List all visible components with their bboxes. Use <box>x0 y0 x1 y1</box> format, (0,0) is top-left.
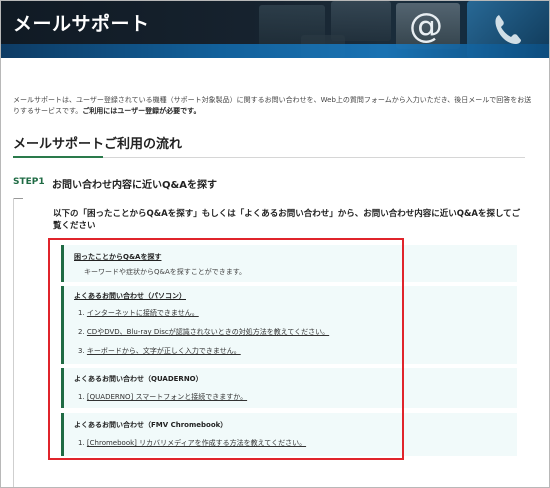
section-accent-bar <box>13 156 103 158</box>
highlight-frame <box>48 238 404 460</box>
page-title: メールサポート <box>13 13 150 35</box>
intro-bold: ご利用にはユーザー登録が必要です。 <box>82 107 201 115</box>
banner-band <box>1 44 549 58</box>
step-vertical-line <box>13 198 14 487</box>
section-heading: メールサポートご利用の流れ <box>13 137 183 152</box>
step-label: STEP1 <box>13 177 45 187</box>
at-sign-icon: @ <box>409 6 443 46</box>
intro-text: メールサポートは、ユーザー登録されている機種（サポート対象製品）に関するお問い合… <box>13 95 533 117</box>
step-connector <box>13 198 23 199</box>
step-instruction: 以下の「困ったことからQ&Aを探す」もしくは「よくあるお問い合わせ」から、お問い… <box>53 209 521 231</box>
page-frame: @ メールサポート メールサポートは、ユーザー登録されている機種（サポート対象製… <box>0 0 550 488</box>
phone-icon <box>495 15 521 44</box>
step-title: お問い合わせ内容に近いQ&Aを探す <box>52 180 217 191</box>
header-banner: @ メールサポート <box>1 1 549 58</box>
